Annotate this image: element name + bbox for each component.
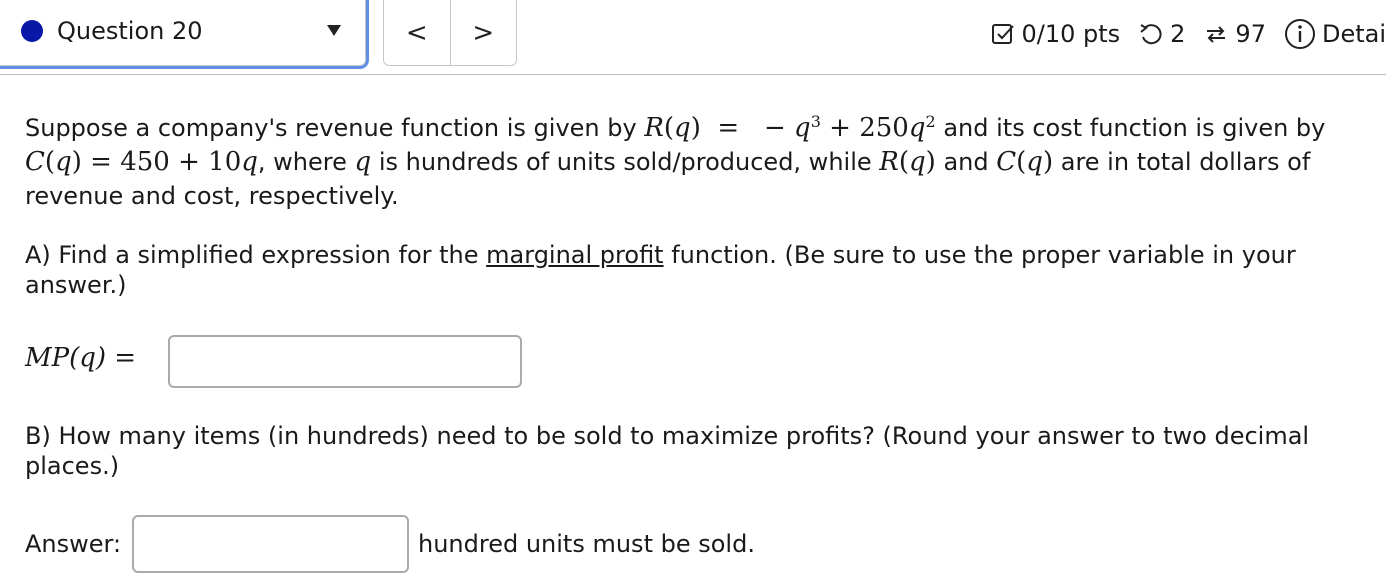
question-selector[interactable]: Question 20 <box>0 0 366 66</box>
prompt-text: is hundreds of units sold/produced, whil… <box>371 148 880 176</box>
header-divider <box>0 74 1386 75</box>
part-a-text: A) Find a simplified expression for the <box>25 241 487 269</box>
submissions-count: 97 <box>1235 20 1266 48</box>
prev-question-button[interactable]: < <box>384 0 451 65</box>
math-exp: 2 <box>925 112 936 131</box>
math-var-q: q <box>908 113 926 143</box>
math-var-q: q <box>354 147 372 177</box>
marginal-profit-term: marginal profit <box>486 241 664 269</box>
math-eq: = <box>90 147 112 177</box>
prompt-text: Suppose a company's revenue function is … <box>25 114 645 142</box>
retries-count: 2 <box>1170 20 1186 48</box>
math-plus: + <box>829 113 851 143</box>
question-status-dot <box>21 20 43 42</box>
prompt-text: and <box>935 148 997 176</box>
math-exp: 3 <box>810 112 821 131</box>
answer-suffix: hundred units must be sold. <box>418 530 755 558</box>
math-var-R: R <box>879 147 899 177</box>
math-eq: = <box>717 113 740 143</box>
checkbox-icon <box>991 22 1015 46</box>
question-nav: < > <box>383 0 517 66</box>
math-var-q: q <box>241 147 258 177</box>
math-var-R: R <box>644 113 664 143</box>
math-neg: − <box>763 113 786 143</box>
math-num: 10 <box>208 147 242 177</box>
math-num: 250 <box>859 113 909 143</box>
chevron-left-icon: < <box>405 17 428 48</box>
prompt-text: and its cost function is given by <box>935 114 1326 142</box>
question-prompt: Suppose a company's revenue function is … <box>25 112 1326 210</box>
answer-label: Answer: <box>25 530 122 558</box>
part-a-prompt: A) Find a simplified expression for the … <box>25 240 1370 300</box>
math-var-C: C <box>25 147 45 177</box>
prompt-text: revenue and cost, respectively. <box>25 182 399 210</box>
score-text: 0/10 pts <box>1021 20 1121 48</box>
math-var-q: q <box>909 147 926 177</box>
math-var-C: C <box>996 147 1017 177</box>
prompt-text: are in total dollars of <box>1053 148 1311 176</box>
score-status-bar: 0/10 pts 2 97 Detai <box>991 18 1386 50</box>
question-label: Question 20 <box>57 17 203 45</box>
next-question-button[interactable]: > <box>451 0 517 65</box>
prompt-text: , where <box>257 148 355 176</box>
math-num: 450 <box>120 147 170 177</box>
math-var-q: q <box>55 147 72 177</box>
math-plus: + <box>178 147 200 177</box>
answer-input[interactable] <box>132 515 409 573</box>
math-var-q: q <box>794 113 811 143</box>
chevron-right-icon: > <box>472 17 495 48</box>
part-b-prompt: B) How many items (in hundreds) need to … <box>25 422 1310 480</box>
info-icon[interactable] <box>1284 18 1316 50</box>
marginal-profit-input[interactable] <box>168 335 522 388</box>
mp-label: MP(q) = <box>25 343 137 373</box>
math-var-q: q <box>1026 147 1043 177</box>
caret-down-icon <box>327 25 341 36</box>
retry-icon <box>1138 22 1164 46</box>
details-link[interactable]: Detai <box>1322 20 1386 48</box>
submissions-icon <box>1203 22 1229 46</box>
math-var-q: q <box>674 113 691 143</box>
